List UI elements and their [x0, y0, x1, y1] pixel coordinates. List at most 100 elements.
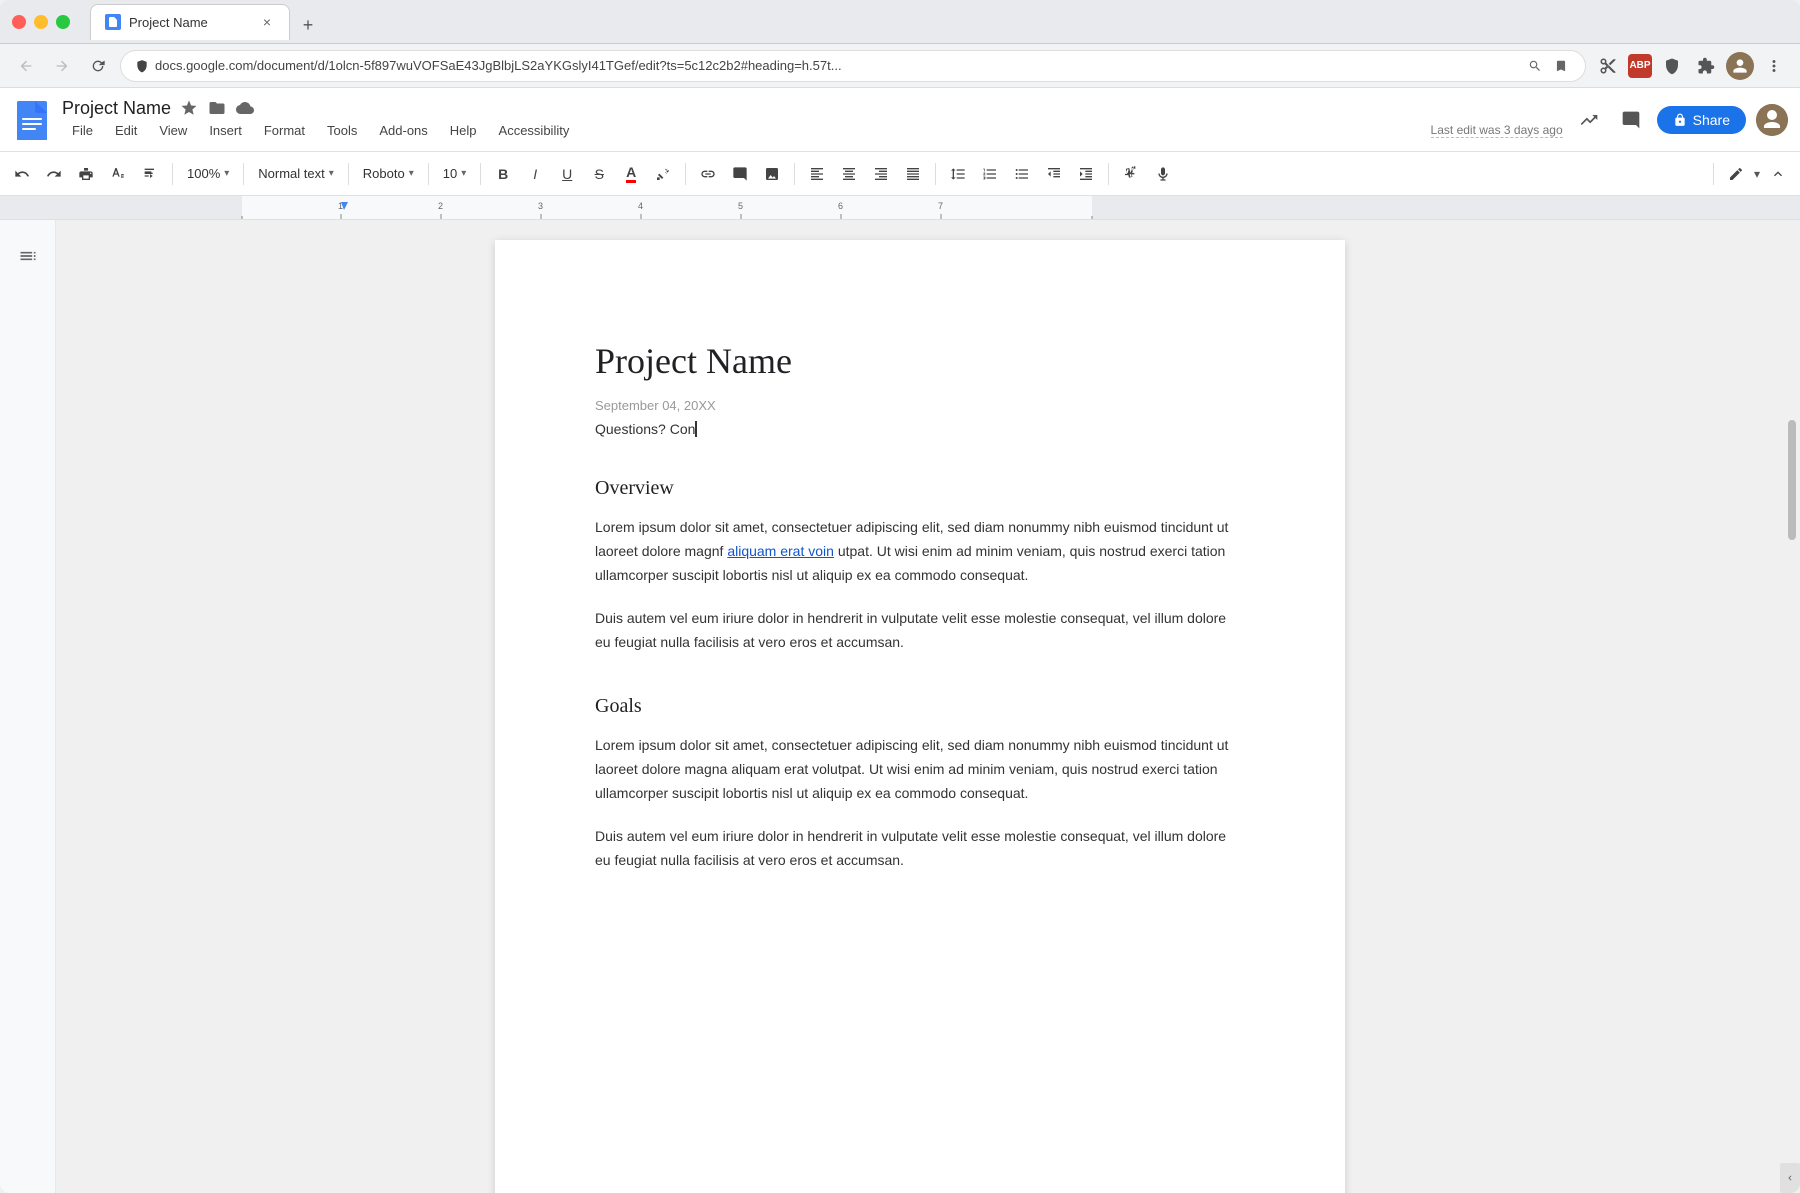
menu-insert[interactable]: Insert — [199, 119, 252, 142]
align-right-button[interactable] — [867, 159, 895, 189]
align-center-button[interactable] — [835, 159, 863, 189]
overview-link[interactable]: aliquam erat voin — [727, 543, 834, 559]
folder-button[interactable] — [207, 98, 227, 118]
redo-button[interactable] — [40, 159, 68, 189]
bold-button[interactable]: B — [489, 159, 517, 189]
print-button[interactable] — [72, 159, 100, 189]
separator-9 — [1108, 163, 1109, 185]
paint-format-button[interactable] — [136, 159, 164, 189]
link-button[interactable] — [694, 159, 722, 189]
comments-button[interactable] — [1615, 104, 1647, 136]
editing-mode-chevron-icon[interactable]: ▾ — [1754, 167, 1760, 181]
share-button[interactable]: Share — [1657, 106, 1746, 134]
svg-text:4: 4 — [638, 201, 643, 211]
right-scrollbar[interactable] — [1784, 220, 1800, 1193]
font-dropdown[interactable]: Roboto ▾ — [357, 159, 420, 189]
document-date: September 04, 20XX — [595, 398, 1245, 413]
goals-paragraph-1: Lorem ipsum dolor sit amet, consectetuer… — [595, 734, 1245, 805]
user-avatar-nav[interactable] — [1726, 52, 1754, 80]
spellcheck-button[interactable] — [104, 159, 132, 189]
separator-5 — [480, 163, 481, 185]
activity-dashboard-button[interactable] — [1573, 104, 1605, 136]
search-in-page-icon[interactable] — [1525, 56, 1545, 76]
insert-comment-button[interactable] — [726, 159, 754, 189]
new-tab-button[interactable]: + — [294, 12, 322, 40]
menu-addons[interactable]: Add-ons — [369, 119, 437, 142]
decrease-indent-button[interactable] — [1040, 159, 1068, 189]
style-dropdown[interactable]: Normal text ▾ — [252, 159, 340, 189]
document-canvas: Project Name September 04, 20XX Question… — [56, 220, 1784, 1193]
text-color-button[interactable]: A — [617, 159, 645, 189]
nav-right-icons: ABP — [1594, 52, 1788, 80]
close-window-button[interactable] — [12, 15, 26, 29]
share-label: Share — [1693, 112, 1730, 128]
tab-close-button[interactable]: × — [259, 14, 275, 30]
url-text: docs.google.com/document/d/1olcn-5f897wu… — [155, 58, 1519, 73]
adblock-icon[interactable]: ABP — [1628, 54, 1652, 78]
separator-4 — [428, 163, 429, 185]
menu-file[interactable]: File — [62, 119, 103, 142]
justify-button[interactable] — [899, 159, 927, 189]
clear-formatting-button[interactable] — [1117, 159, 1145, 189]
font-size-dropdown[interactable]: 10 ▾ — [437, 159, 473, 189]
minimize-window-button[interactable] — [34, 15, 48, 29]
increase-indent-button[interactable] — [1072, 159, 1100, 189]
bulleted-list-button[interactable] — [1008, 159, 1036, 189]
menu-help[interactable]: Help — [440, 119, 487, 142]
goals-paragraph-2: Duis autem vel eum iriure dolor in hendr… — [595, 825, 1245, 873]
document-title[interactable]: Project Name — [62, 98, 171, 119]
document-page[interactable]: Project Name September 04, 20XX Question… — [495, 240, 1345, 1193]
user-avatar-docs[interactable] — [1756, 104, 1788, 136]
docs-title-row: Project Name — [62, 98, 1563, 119]
bookmark-icon[interactable] — [1551, 56, 1571, 76]
cloud-button[interactable] — [235, 98, 255, 118]
address-bar[interactable]: docs.google.com/document/d/1olcn-5f897wu… — [120, 50, 1586, 82]
strikethrough-button[interactable]: S — [585, 159, 613, 189]
refresh-button[interactable] — [84, 52, 112, 80]
star-button[interactable] — [179, 98, 199, 118]
align-left-button[interactable] — [803, 159, 831, 189]
left-sidebar — [0, 220, 56, 1193]
undo-button[interactable] — [8, 159, 36, 189]
outline-toggle-button[interactable] — [12, 240, 44, 272]
collapse-panel-button[interactable] — [1780, 1163, 1800, 1193]
insert-image-button[interactable] — [758, 159, 786, 189]
tab-bar: Project Name × + — [90, 4, 1788, 40]
highlight-button[interactable] — [649, 159, 677, 189]
last-edit-label[interactable]: Last edit was 3 days ago — [1431, 123, 1563, 138]
title-bar: Project Name × + — [0, 0, 1800, 44]
line-spacing-button[interactable] — [944, 159, 972, 189]
zoom-dropdown[interactable]: 100% ▾ — [181, 159, 235, 189]
forward-button[interactable] — [48, 52, 76, 80]
ruler-svg: 1 2 3 4 5 6 7 — [0, 196, 1800, 219]
chrome-menu-icon[interactable] — [1760, 52, 1788, 80]
svg-text:6: 6 — [838, 201, 843, 211]
extensions-icon[interactable] — [1692, 52, 1720, 80]
menu-format[interactable]: Format — [254, 119, 315, 142]
scrollbar-thumb[interactable] — [1788, 420, 1796, 540]
active-tab[interactable]: Project Name × — [90, 4, 290, 40]
separator-3 — [348, 163, 349, 185]
docs-header: Project Name File Edit View Insert — [0, 88, 1800, 152]
toolbar-right-section: ▾ — [1709, 159, 1792, 189]
menu-view[interactable]: View — [149, 119, 197, 142]
menu-tools[interactable]: Tools — [317, 119, 367, 142]
svg-text:7: 7 — [938, 201, 943, 211]
font-value: Roboto — [363, 166, 405, 181]
maximize-window-button[interactable] — [56, 15, 70, 29]
underline-button[interactable]: U — [553, 159, 581, 189]
editing-mode-button[interactable] — [1722, 159, 1750, 189]
document-questions: Questions? Con — [595, 421, 1245, 437]
collapse-toolbar-button[interactable] — [1764, 159, 1792, 189]
voice-typing-button[interactable] — [1149, 159, 1177, 189]
main-area: Project Name September 04, 20XX Question… — [0, 220, 1800, 1193]
svg-text:5: 5 — [738, 201, 743, 211]
numbered-list-button[interactable] — [976, 159, 1004, 189]
scissors-icon[interactable] — [1594, 52, 1622, 80]
back-button[interactable] — [12, 52, 40, 80]
menu-edit[interactable]: Edit — [105, 119, 147, 142]
menu-accessibility[interactable]: Accessibility — [489, 119, 580, 142]
address-icons — [1525, 56, 1571, 76]
italic-button[interactable]: I — [521, 159, 549, 189]
shield-icon[interactable] — [1658, 52, 1686, 80]
